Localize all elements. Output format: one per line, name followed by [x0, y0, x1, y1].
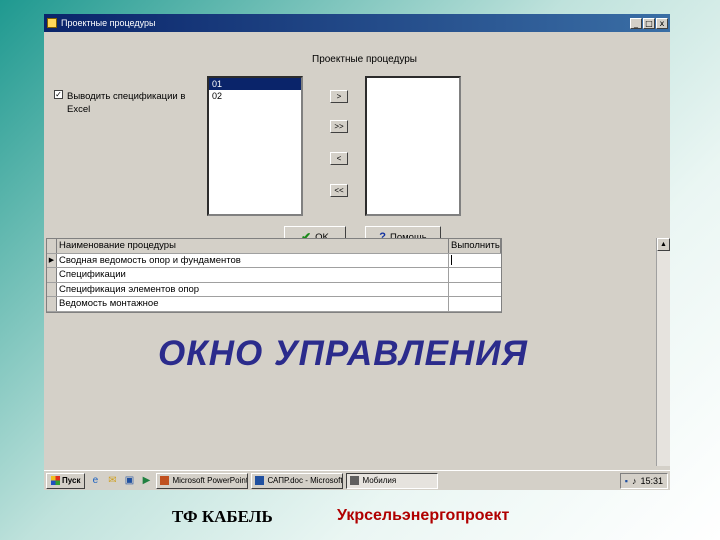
table-row[interactable]: Ведомость монтажное — [47, 297, 501, 312]
row-indicator — [47, 297, 57, 311]
powerpoint-icon — [160, 476, 170, 485]
procedures-dialog: Проектные процедуры ✓ Выводить специфика… — [44, 32, 670, 248]
taskbar-button-label: Мобилия — [362, 476, 397, 485]
move-all-right-button[interactable]: >> — [330, 120, 348, 133]
list-item[interactable]: 02 — [209, 90, 301, 102]
move-one-right-button[interactable]: > — [330, 90, 348, 103]
desktop-screen: Проектные процедуры _ □ x Проектные проц… — [44, 14, 670, 490]
close-button[interactable]: x — [656, 17, 668, 29]
window-titlebar[interactable]: Проектные процедуры _ □ x — [44, 14, 670, 32]
available-procedures-list[interactable]: 01 02 — [207, 76, 303, 216]
media-player-icon[interactable]: ▶ — [139, 474, 153, 488]
move-one-left-button[interactable]: < — [330, 152, 348, 165]
column-header-execute[interactable]: Выполнить — [449, 239, 501, 253]
desktop-icon[interactable]: ▣ — [122, 474, 136, 488]
table-row[interactable]: Спецификации — [47, 268, 501, 283]
window-controls: _ □ x — [630, 17, 668, 29]
execute-cell[interactable] — [449, 297, 501, 311]
slide-headline: ОКНО УПРАВЛЕНИЯ — [158, 334, 528, 373]
taskbar: Пуск e ✉ ▣ ▶ Microsoft PowerPoint - [Б..… — [44, 470, 670, 490]
excel-export-option[interactable]: ✓ Выводить спецификации в Excel — [54, 90, 197, 116]
window-title: Проектные процедуры — [61, 18, 156, 28]
move-all-left-button[interactable]: << — [330, 184, 348, 197]
app-icon — [350, 476, 360, 485]
execute-cell[interactable] — [449, 283, 501, 297]
word-icon — [255, 476, 265, 485]
maximize-button[interactable]: □ — [643, 17, 655, 29]
selected-procedures-list[interactable] — [365, 76, 461, 216]
network-icon[interactable]: ▪ — [625, 476, 628, 486]
outlook-icon[interactable]: ✉ — [105, 474, 119, 488]
taskbar-button[interactable]: САПР.doc - Microsoft Word — [251, 472, 344, 489]
app-icon — [47, 18, 57, 28]
internet-explorer-icon[interactable]: e — [88, 474, 102, 488]
footer-company: Укрсельэнергопроект — [337, 507, 510, 524]
table-header: Наименование процедуры Выполнить — [47, 239, 501, 254]
procedures-table: Наименование процедуры Выполнить ▶ Сводна… — [46, 238, 502, 313]
row-indicator: ▶ — [47, 253, 57, 267]
procedure-name-cell[interactable]: Ведомость монтажное — [57, 297, 449, 311]
table-row[interactable]: Спецификация элементов опор — [47, 282, 501, 297]
excel-export-label: Выводить спецификации в Excel — [67, 91, 186, 115]
procedure-name-cell[interactable]: Сводная ведомость опор и фундаментов — [57, 253, 449, 267]
start-button[interactable]: Пуск — [46, 472, 86, 489]
vertical-scrollbar[interactable]: ▲ — [656, 238, 670, 466]
windows-logo-icon — [51, 476, 60, 485]
start-label: Пуск — [62, 476, 81, 485]
execute-cell[interactable] — [449, 268, 501, 282]
taskbar-button-label: Microsoft PowerPoint - [Б... — [172, 476, 249, 485]
row-indicator — [47, 282, 57, 296]
list-item[interactable]: 01 — [209, 78, 301, 90]
system-tray: ▪ ♪ 15:31 — [619, 472, 668, 489]
taskbar-button-label: САПР.doc - Microsoft Word — [267, 476, 343, 485]
footer-organization: ТФ КАБЕЛЬ — [172, 507, 273, 526]
excel-export-checkbox[interactable]: ✓ — [54, 90, 63, 99]
procedure-name-cell[interactable]: Спецификации — [57, 268, 449, 282]
table-row[interactable]: ▶ Сводная ведомость опор и фундаментов — [47, 253, 501, 268]
volume-icon[interactable]: ♪ — [632, 476, 637, 486]
taskbar-button[interactable]: Microsoft PowerPoint - [Б... — [156, 472, 249, 489]
dialog-title: Проектные процедуры — [312, 54, 417, 65]
row-indicator — [47, 268, 57, 282]
taskbar-button[interactable]: Мобилия — [346, 472, 439, 489]
column-header-name[interactable]: Наименование процедуры — [57, 239, 449, 253]
scroll-up-arrow-icon[interactable]: ▲ — [657, 238, 670, 251]
procedure-name-cell[interactable]: Спецификация элементов опор — [57, 282, 449, 296]
minimize-button[interactable]: _ — [630, 17, 642, 29]
clock[interactable]: 15:31 — [640, 476, 663, 486]
execute-cell[interactable] — [449, 254, 501, 268]
